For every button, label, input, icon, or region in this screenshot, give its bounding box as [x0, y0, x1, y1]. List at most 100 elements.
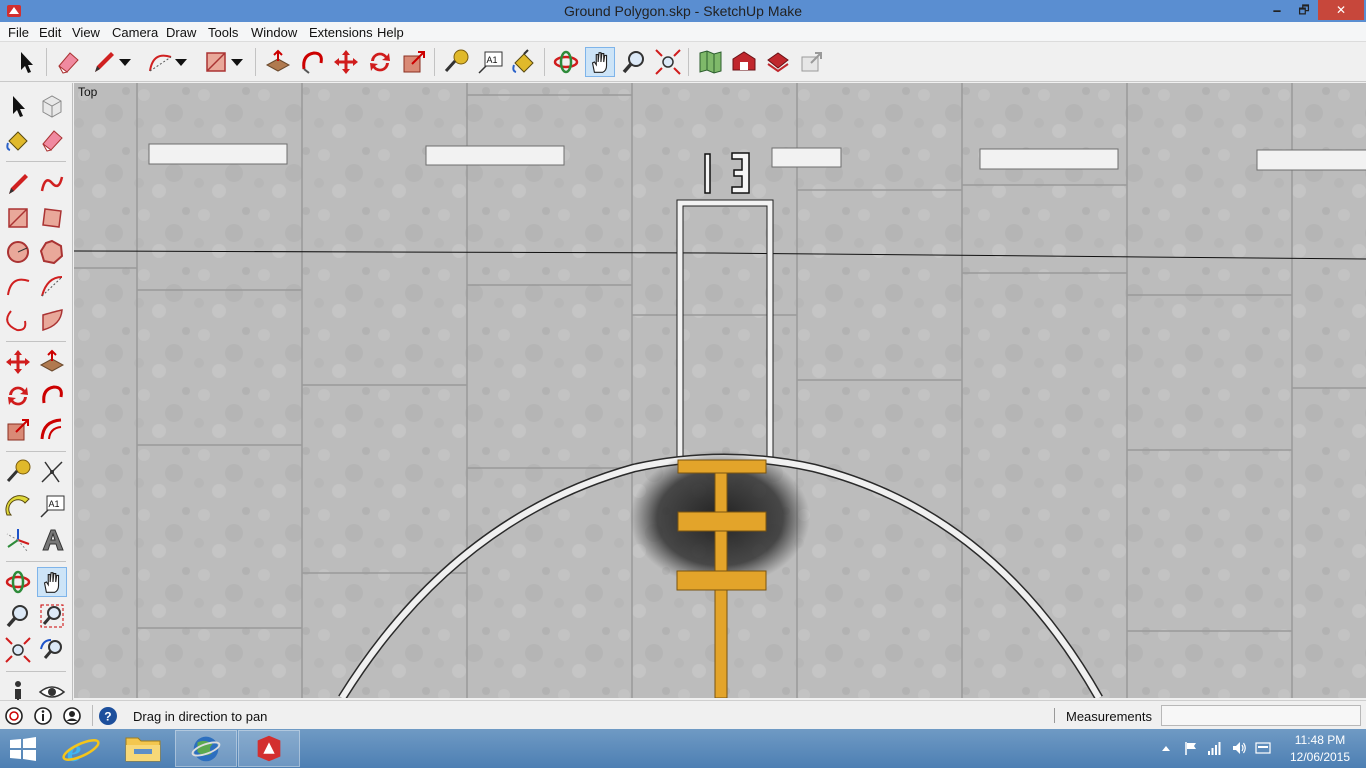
- credits-icon[interactable]: [33, 706, 53, 726]
- rotated-rectangle-icon[interactable]: [37, 203, 67, 233]
- make-component-icon[interactable]: [37, 91, 67, 121]
- show-hidden-icons-icon[interactable]: [1160, 740, 1172, 756]
- minimize-button[interactable]: 🗕: [1264, 0, 1290, 20]
- view-label: Top: [78, 85, 98, 99]
- maximize-button[interactable]: 🗗: [1291, 0, 1317, 20]
- pan-icon[interactable]: [37, 567, 67, 597]
- measurements-input[interactable]: [1161, 705, 1361, 726]
- text-icon[interactable]: A1: [37, 491, 67, 521]
- share-model-icon[interactable]: [797, 47, 827, 77]
- previous-view-icon[interactable]: [37, 635, 67, 665]
- window-title: Ground Polygon.skp - SketchUp Make: [563, 3, 803, 19]
- orbit-icon[interactable]: [3, 567, 33, 597]
- close-button[interactable]: ✕: [1318, 0, 1364, 20]
- map-icon[interactable]: [695, 47, 725, 77]
- pan-icon[interactable]: [585, 47, 615, 77]
- move-icon[interactable]: [331, 47, 361, 77]
- select-icon[interactable]: [3, 91, 33, 121]
- push-pull-icon[interactable]: [37, 347, 67, 377]
- rotate-icon[interactable]: [365, 47, 395, 77]
- protractor-icon[interactable]: [3, 491, 33, 521]
- freehand-icon[interactable]: [37, 169, 67, 199]
- paint-bucket-icon[interactable]: [3, 125, 33, 155]
- three-point-arc-icon[interactable]: [3, 305, 33, 335]
- circle-icon[interactable]: [3, 237, 33, 267]
- menu-draw[interactable]: Draw: [166, 25, 196, 40]
- follow-me-icon[interactable]: [37, 381, 67, 411]
- scale-icon[interactable]: [3, 415, 33, 445]
- two-point-arc-icon[interactable]: [37, 271, 67, 301]
- dropdown-icon[interactable]: [173, 47, 189, 77]
- google-earth-icon[interactable]: [175, 730, 237, 767]
- left-toolbar: A1: [0, 83, 73, 705]
- volume-icon[interactable]: [1231, 740, 1247, 756]
- file-explorer-icon[interactable]: [112, 730, 174, 767]
- push-pull-icon[interactable]: [263, 47, 293, 77]
- tape-measure-icon[interactable]: [441, 47, 471, 77]
- zoom-icon[interactable]: [3, 601, 33, 631]
- rectangle-icon[interactable]: [3, 203, 33, 233]
- menu-edit[interactable]: Edit: [39, 25, 61, 40]
- zoom-extents-icon[interactable]: [653, 47, 683, 77]
- svg-text:A1: A1: [49, 499, 60, 509]
- line-icon[interactable]: [3, 169, 33, 199]
- eraser-icon[interactable]: [37, 125, 67, 155]
- rectangle-icon[interactable]: [201, 47, 231, 77]
- menu-help[interactable]: Help: [377, 25, 404, 40]
- axes-icon[interactable]: [3, 525, 33, 555]
- clock-time[interactable]: 11:48 PM: [1290, 733, 1350, 747]
- dropdown-icon[interactable]: [117, 47, 133, 77]
- model-canvas[interactable]: [74, 83, 1366, 698]
- move-icon[interactable]: [3, 347, 33, 377]
- arc-icon[interactable]: [145, 47, 175, 77]
- svg-text:?: ?: [104, 710, 111, 724]
- menu-file[interactable]: File: [8, 25, 29, 40]
- network-icon[interactable]: [1207, 740, 1223, 756]
- dropdown-icon[interactable]: [229, 47, 245, 77]
- menu-tools[interactable]: Tools: [208, 25, 238, 40]
- rotate-icon[interactable]: [3, 381, 33, 411]
- status-bar: ? Drag in direction to pan Measurements: [0, 700, 1366, 729]
- select-icon[interactable]: [11, 47, 41, 77]
- help-icon[interactable]: ?: [98, 706, 118, 726]
- arc-icon[interactable]: [3, 271, 33, 301]
- action-center-flag-icon[interactable]: [1183, 740, 1199, 756]
- dimension-icon[interactable]: [37, 457, 67, 487]
- main-toolbar: A1: [0, 42, 1366, 82]
- pie-icon[interactable]: [37, 305, 67, 335]
- zoom-extents-icon[interactable]: [3, 635, 33, 665]
- text-icon[interactable]: A1: [475, 47, 505, 77]
- menu-bar: File Edit View Camera Draw Tools Window …: [0, 22, 1366, 42]
- clock-date[interactable]: 12/06/2015: [1286, 750, 1354, 764]
- 3d-text-icon[interactable]: [37, 525, 67, 555]
- paint-bucket-icon[interactable]: [509, 47, 539, 77]
- zoom-icon[interactable]: [619, 47, 649, 77]
- language-keyboard-icon[interactable]: [1255, 740, 1271, 756]
- menu-camera[interactable]: Camera: [112, 25, 158, 40]
- svg-text:A1: A1: [487, 55, 498, 65]
- title-bar: Ground Polygon.skp - SketchUp Make 🗕 🗗 ✕: [0, 0, 1366, 22]
- extension-warehouse-icon[interactable]: [763, 47, 793, 77]
- scale-icon[interactable]: [399, 47, 429, 77]
- drawing-viewport[interactable]: Top: [74, 83, 1366, 698]
- warehouse-icon[interactable]: [729, 47, 759, 77]
- tape-measure-icon[interactable]: [3, 457, 33, 487]
- orbit-icon[interactable]: [551, 47, 581, 77]
- account-icon[interactable]: [62, 706, 82, 726]
- internet-explorer-icon[interactable]: e: [50, 730, 112, 767]
- status-message: Drag in direction to pan: [133, 709, 268, 724]
- polygon-icon[interactable]: [37, 237, 67, 267]
- windows-taskbar: e 11:48 PM 12/06/2015: [0, 729, 1366, 768]
- offset-icon[interactable]: [37, 415, 67, 445]
- windows-start-icon[interactable]: [8, 737, 38, 761]
- sketchup-taskbar-icon[interactable]: [238, 730, 300, 767]
- pencil-icon[interactable]: [89, 47, 119, 77]
- follow-me-icon[interactable]: [297, 47, 327, 77]
- eraser-icon[interactable]: [53, 47, 83, 77]
- menu-view[interactable]: View: [72, 25, 100, 40]
- measurements-label: Measurements: [1066, 709, 1152, 724]
- zoom-window-icon[interactable]: [37, 601, 67, 631]
- menu-extensions[interactable]: Extensions: [309, 25, 373, 40]
- menu-window[interactable]: Window: [251, 25, 297, 40]
- geo-location-icon[interactable]: [4, 706, 24, 726]
